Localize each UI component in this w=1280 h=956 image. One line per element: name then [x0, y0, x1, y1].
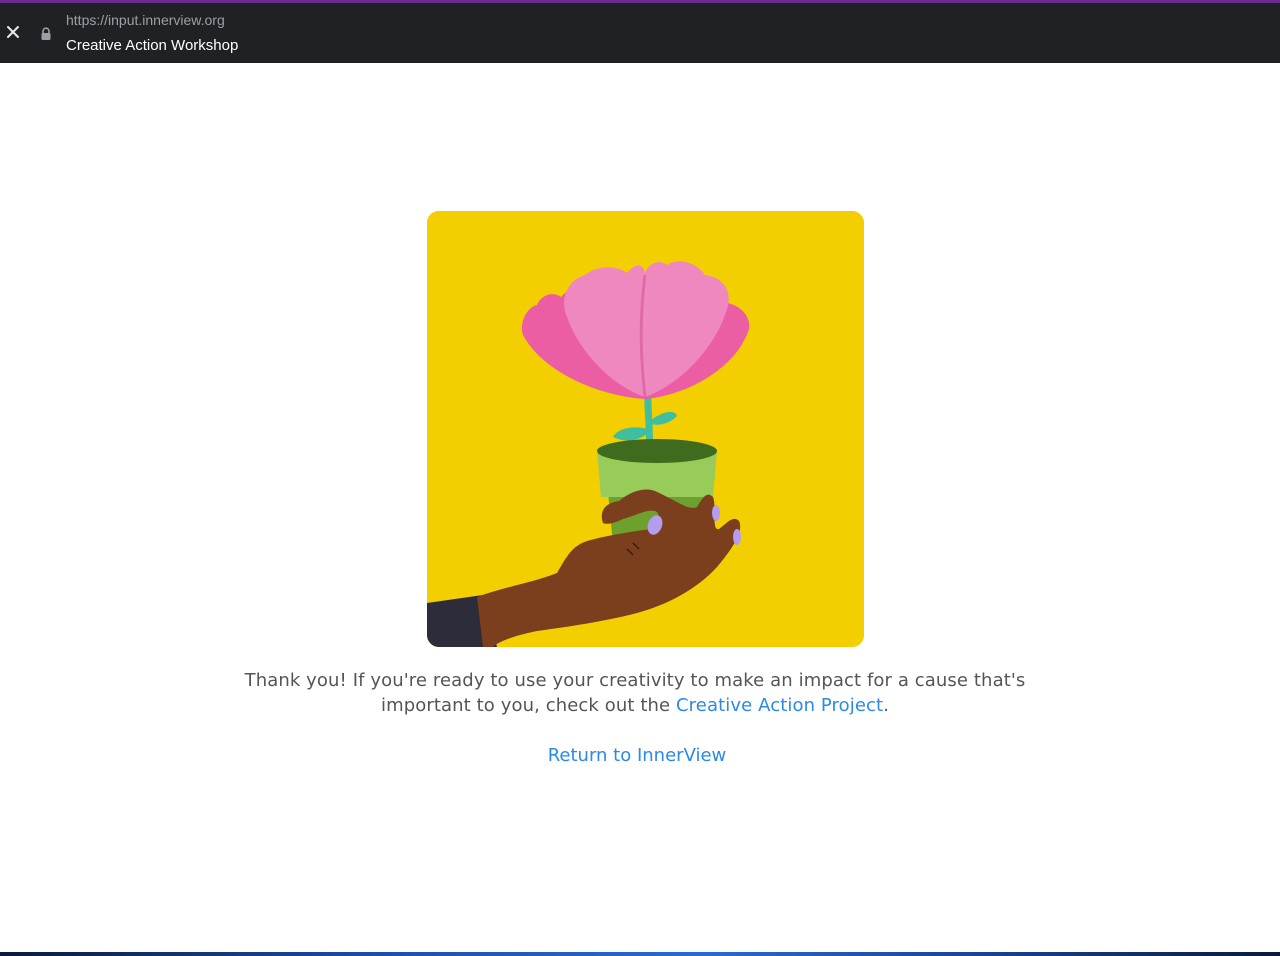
- thank-you-message: Thank you! If you're ready to use your c…: [240, 668, 1030, 718]
- flower-pot-illustration: [427, 211, 864, 647]
- lock-icon: [41, 27, 51, 40]
- return-to-innerview-link[interactable]: Return to InnerView: [490, 743, 784, 768]
- creative-action-project-link[interactable]: Creative Action Project: [676, 695, 883, 716]
- url-text: https://input.innerview.org: [66, 12, 225, 28]
- close-icon: [7, 26, 19, 38]
- browser-top-bar: https://input.innerview.org Creative Act…: [0, 3, 1280, 63]
- close-button[interactable]: [3, 22, 23, 42]
- message-suffix: .: [883, 695, 890, 716]
- page-title: Creative Action Workshop: [66, 37, 239, 54]
- message-text: Thank you! If you're ready to use your c…: [244, 670, 1026, 716]
- taskbar-edge: [0, 952, 1280, 956]
